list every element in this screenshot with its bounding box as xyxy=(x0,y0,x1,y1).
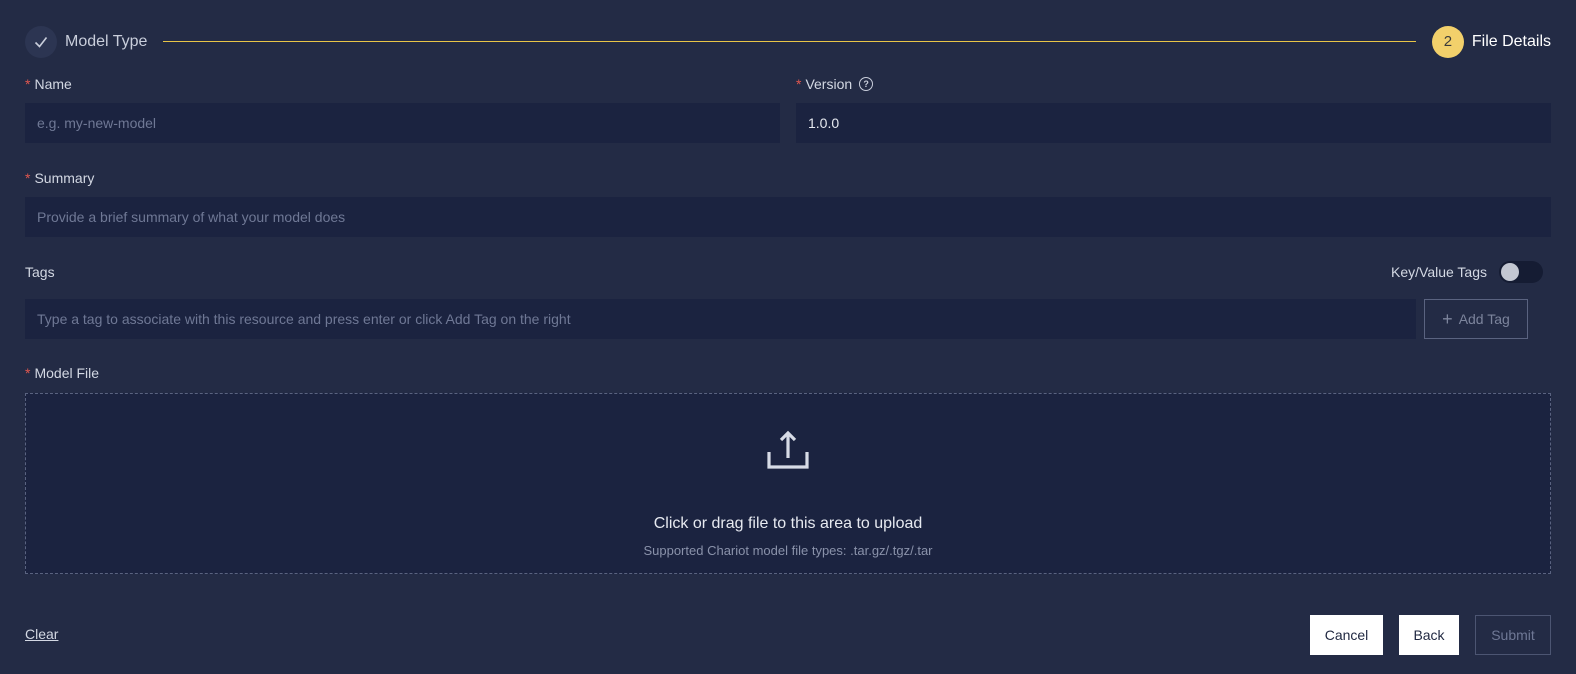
required-marker: * xyxy=(25,170,31,186)
version-input[interactable] xyxy=(796,103,1551,143)
dropzone-hint: Supported Chariot model file types: .tar… xyxy=(643,543,933,558)
key-value-tags-toggle[interactable] xyxy=(1499,261,1543,283)
summary-input[interactable] xyxy=(25,197,1551,237)
dropzone-text: Click or drag file to this area to uploa… xyxy=(653,515,923,532)
required-marker: * xyxy=(796,76,802,92)
version-label-text: Version xyxy=(805,76,853,92)
add-tag-label: Add Tag xyxy=(1458,311,1510,327)
step-divider-line xyxy=(163,41,1416,42)
key-value-tags-label: Key/Value Tags xyxy=(1391,264,1487,280)
upload-icon xyxy=(767,430,809,475)
name-label-text: Name xyxy=(34,76,72,92)
summary-label-text: Summary xyxy=(34,170,95,186)
name-label: * Name xyxy=(25,76,72,92)
version-label: * Version ? xyxy=(796,76,874,92)
file-dropzone[interactable]: Click or drag file to this area to uploa… xyxy=(25,393,1551,574)
required-marker: * xyxy=(25,365,31,381)
summary-label: * Summary xyxy=(25,170,94,186)
step-number-badge: 2 xyxy=(1431,25,1464,58)
steps-progress: Model Type 2 File Details xyxy=(25,25,1551,58)
check-icon[interactable] xyxy=(25,25,57,58)
add-tag-button[interactable]: + Add Tag xyxy=(1424,299,1528,339)
name-input[interactable] xyxy=(25,103,780,143)
create-model-form: Model Type 2 File Details * Name * Versi… xyxy=(0,0,1576,674)
step-model-type-label[interactable]: Model Type xyxy=(65,33,147,51)
model-file-label: * Model File xyxy=(25,365,99,381)
toggle-knob xyxy=(1501,263,1519,281)
plus-icon: + xyxy=(1442,308,1453,329)
tags-input[interactable] xyxy=(25,299,1416,339)
tags-label-text: Tags xyxy=(25,264,55,280)
tags-label: Tags xyxy=(25,264,55,280)
clear-link[interactable]: Clear xyxy=(25,626,58,642)
back-button[interactable]: Back xyxy=(1399,615,1459,655)
cancel-button[interactable]: Cancel xyxy=(1310,615,1383,655)
key-value-tags-toggle-group: Key/Value Tags xyxy=(1391,261,1543,283)
model-file-label-text: Model File xyxy=(34,365,100,381)
question-circle-icon[interactable]: ? xyxy=(859,77,874,91)
submit-button[interactable]: Submit xyxy=(1475,615,1551,655)
required-marker: * xyxy=(25,76,31,92)
step-file-details-label: File Details xyxy=(1471,32,1551,50)
